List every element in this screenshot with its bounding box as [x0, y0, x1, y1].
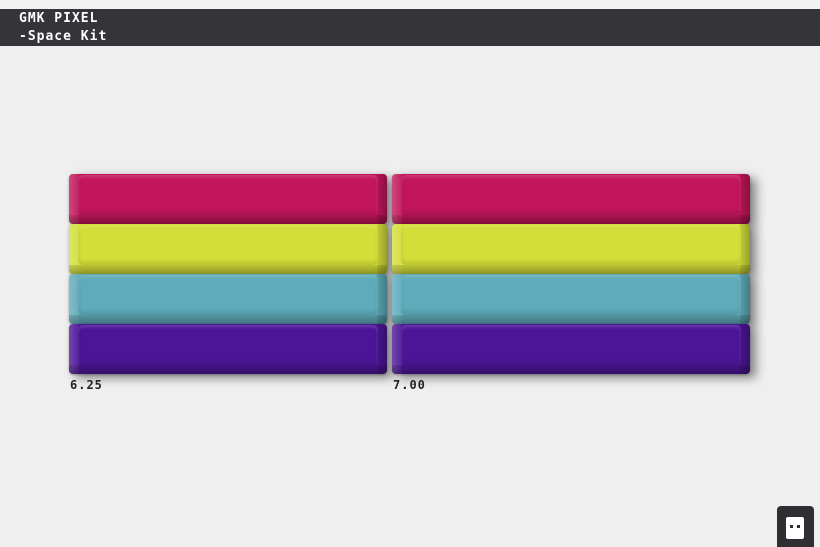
pixel-ghost-eye-right — [797, 525, 800, 528]
spacebar-purple-6-25 — [69, 324, 387, 374]
spacebar-cyan-6-25 — [69, 274, 387, 324]
pixel-ghost-eye-left — [790, 525, 793, 528]
size-label-6-25: 6.25 — [70, 378, 103, 392]
spacebar-cyan-7-00 — [392, 274, 750, 324]
spacebar-display: 6.25 7.00 — [0, 0, 820, 547]
pixel-ghost-face — [786, 517, 804, 539]
spacebar-yellow-7-00 — [392, 224, 750, 274]
pixel-ghost-icon[interactable] — [777, 506, 814, 547]
spacebar-purple-7-00 — [392, 324, 750, 374]
spacebar-magenta-7-00 — [392, 174, 750, 224]
spacebar-yellow-6-25 — [69, 224, 387, 274]
size-label-7-00: 7.00 — [393, 378, 426, 392]
spacebar-magenta-6-25 — [69, 174, 387, 224]
